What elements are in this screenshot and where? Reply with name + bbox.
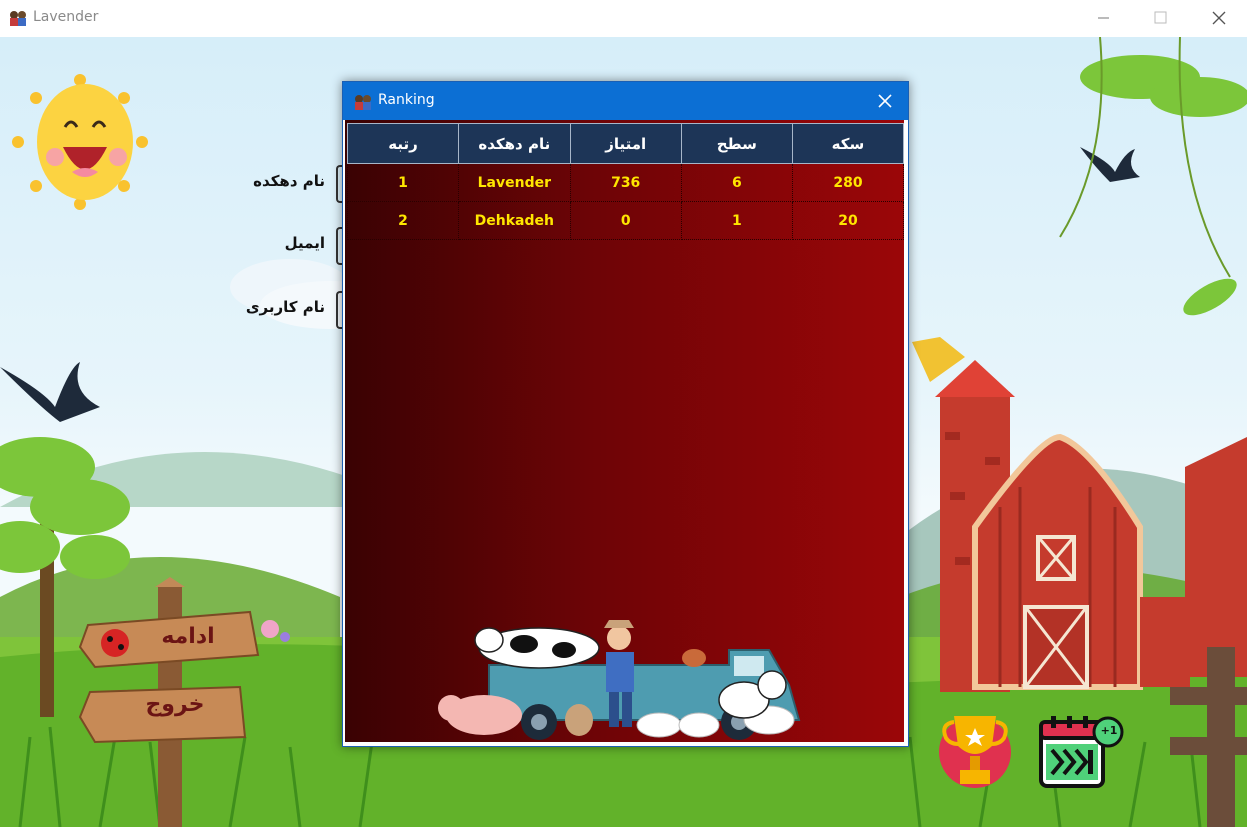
cell-coins: 280 [791,163,904,202]
cell-level: 6 [680,163,793,202]
ranking-table: رتبه نام دهکده امتیاز سطح سکه 1 Lavender… [346,123,904,240]
username-label: نام کاربری [245,298,325,316]
ranking-dialog-titlebar: Ranking [343,82,908,120]
column-header-level[interactable]: سطح [680,123,793,164]
column-header-rank[interactable]: رتبه [346,123,460,164]
column-header-score[interactable]: امتیاز [569,123,682,164]
farm-family-icon [10,11,26,26]
cell-coins: 20 [791,201,904,240]
ranking-dialog-title: Ranking [378,92,435,108]
calendar-badge-text: +1 [1100,724,1118,737]
minimize-icon[interactable] [1080,0,1126,37]
farm-family-icon [355,95,371,110]
ranking-table-header: رتبه نام دهکده امتیاز سطح سکه [346,123,904,164]
table-row[interactable]: 1 Lavender 736 6 280 [346,163,904,202]
daily-reward-button[interactable]: +1 [1036,712,1126,792]
cell-score: 736 [569,163,682,202]
cell-village-name: Dehkadeh [458,201,571,240]
email-label: ایمیل [284,234,325,252]
village-name-label: نام دهکده [253,172,325,190]
cell-rank: 2 [346,201,460,240]
farm-animals-illustration [438,620,801,740]
column-header-coins[interactable]: سکه [791,123,904,164]
cell-score: 0 [569,201,682,240]
ranking-dialog-body: رتبه نام دهکده امتیاز سطح سکه 1 Lavender… [345,120,904,742]
cell-level: 1 [680,201,793,240]
trophy-icon[interactable] [936,710,1014,792]
maximize-icon[interactable] [1137,0,1183,37]
window-titlebar: Lavender [0,0,1247,37]
close-icon[interactable] [870,88,900,114]
continue-button[interactable]: ادامه [128,624,248,649]
column-header-village-name[interactable]: نام دهکده [458,123,571,164]
window-title: Lavender [33,9,99,25]
exit-button[interactable]: خروج [115,692,235,717]
close-icon[interactable] [1195,0,1241,37]
cell-rank: 1 [346,163,460,202]
table-row[interactable]: 2 Dehkadeh 0 1 20 [346,201,904,240]
cell-village-name: Lavender [458,163,571,202]
ranking-dialog: Ranking رتبه نام دهکده امتیاز سطح سکه 1 … [342,81,909,747]
